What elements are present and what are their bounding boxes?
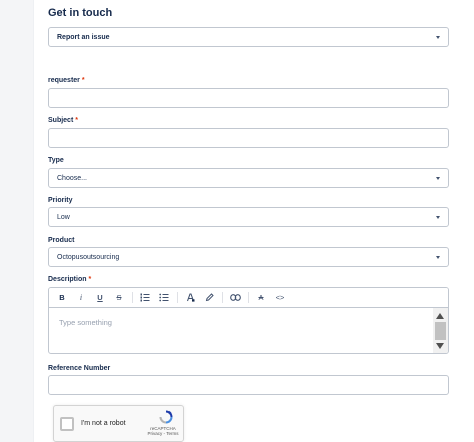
editor-toolbar: B i U S A <> — [49, 288, 448, 308]
strikethrough-button[interactable]: S — [111, 290, 127, 306]
chevron-down-icon — [436, 255, 440, 259]
product-select[interactable]: Octopusoutsourcing — [48, 247, 449, 267]
product-label: Product — [48, 237, 75, 244]
product-value: Octopusoutsourcing — [57, 253, 120, 261]
reference-number-input[interactable] — [48, 375, 449, 395]
bold-button[interactable]: B — [54, 290, 70, 306]
recaptcha-links[interactable]: Privacy - Terms — [142, 431, 184, 436]
subject-label: Subject * — [48, 117, 79, 124]
numbered-list-button[interactable] — [137, 290, 153, 306]
reference-number-label: Reference Number — [48, 365, 111, 372]
highlight-button[interactable] — [201, 290, 217, 306]
requester-input[interactable] — [48, 88, 449, 108]
underline-button[interactable]: U — [92, 290, 108, 306]
chevron-down-icon — [436, 35, 440, 39]
description-textarea[interactable]: Type something — [49, 308, 448, 353]
italic-button[interactable]: i — [73, 290, 89, 306]
scroll-up-arrow-icon[interactable] — [436, 313, 444, 319]
toolbar-divider — [177, 292, 178, 303]
recaptcha-label: I'm not a robot — [81, 420, 126, 427]
subject-input[interactable] — [48, 128, 449, 148]
chevron-down-icon — [436, 176, 440, 180]
toolbar-divider — [132, 292, 133, 303]
type-label: Type — [48, 157, 64, 164]
scroll-down-arrow-icon[interactable] — [436, 343, 444, 349]
scrollbar-thumb[interactable] — [435, 322, 446, 340]
recaptcha-widget: I'm not a robot reCAPTCHA Privacy - Term… — [53, 405, 184, 442]
type-select[interactable]: Choose... — [48, 168, 449, 188]
request-type-select[interactable]: Report an issue — [48, 27, 449, 47]
code-button[interactable]: <> — [272, 290, 288, 306]
chevron-down-icon — [436, 215, 440, 219]
recaptcha-logo-icon — [159, 410, 173, 424]
priority-select[interactable]: Low — [48, 207, 449, 227]
description-placeholder: Type something — [59, 318, 112, 327]
portal-page: Get in touch Report an issue requester * … — [0, 0, 474, 442]
toolbar-divider — [248, 292, 249, 303]
type-value: Choose... — [57, 174, 87, 182]
priority-label: Priority — [48, 197, 73, 204]
page-title: Get in touch — [48, 7, 113, 19]
editor-scrollbar[interactable] — [433, 308, 448, 353]
recaptcha-checkbox[interactable] — [60, 417, 74, 431]
toolbar-divider — [222, 292, 223, 303]
link-button[interactable] — [227, 290, 243, 306]
bullet-list-button[interactable] — [156, 290, 172, 306]
requester-label: requester * — [48, 77, 85, 84]
request-type-value: Report an issue — [57, 33, 110, 41]
text-color-button[interactable] — [182, 290, 198, 306]
left-sidebar — [0, 0, 34, 442]
description-label: Description * — [48, 276, 92, 283]
link-icon — [229, 294, 241, 301]
clear-formatting-button[interactable]: A — [253, 290, 269, 306]
priority-value: Low — [57, 213, 70, 221]
pen-icon — [205, 293, 214, 302]
description-editor: B i U S A <> Type something — [48, 287, 449, 354]
text-color-icon — [186, 293, 194, 302]
recaptcha-brand: reCAPTCHA Privacy - Terms — [142, 426, 184, 437]
bullet-list-icon — [159, 293, 169, 302]
numbered-list-icon — [140, 293, 150, 302]
